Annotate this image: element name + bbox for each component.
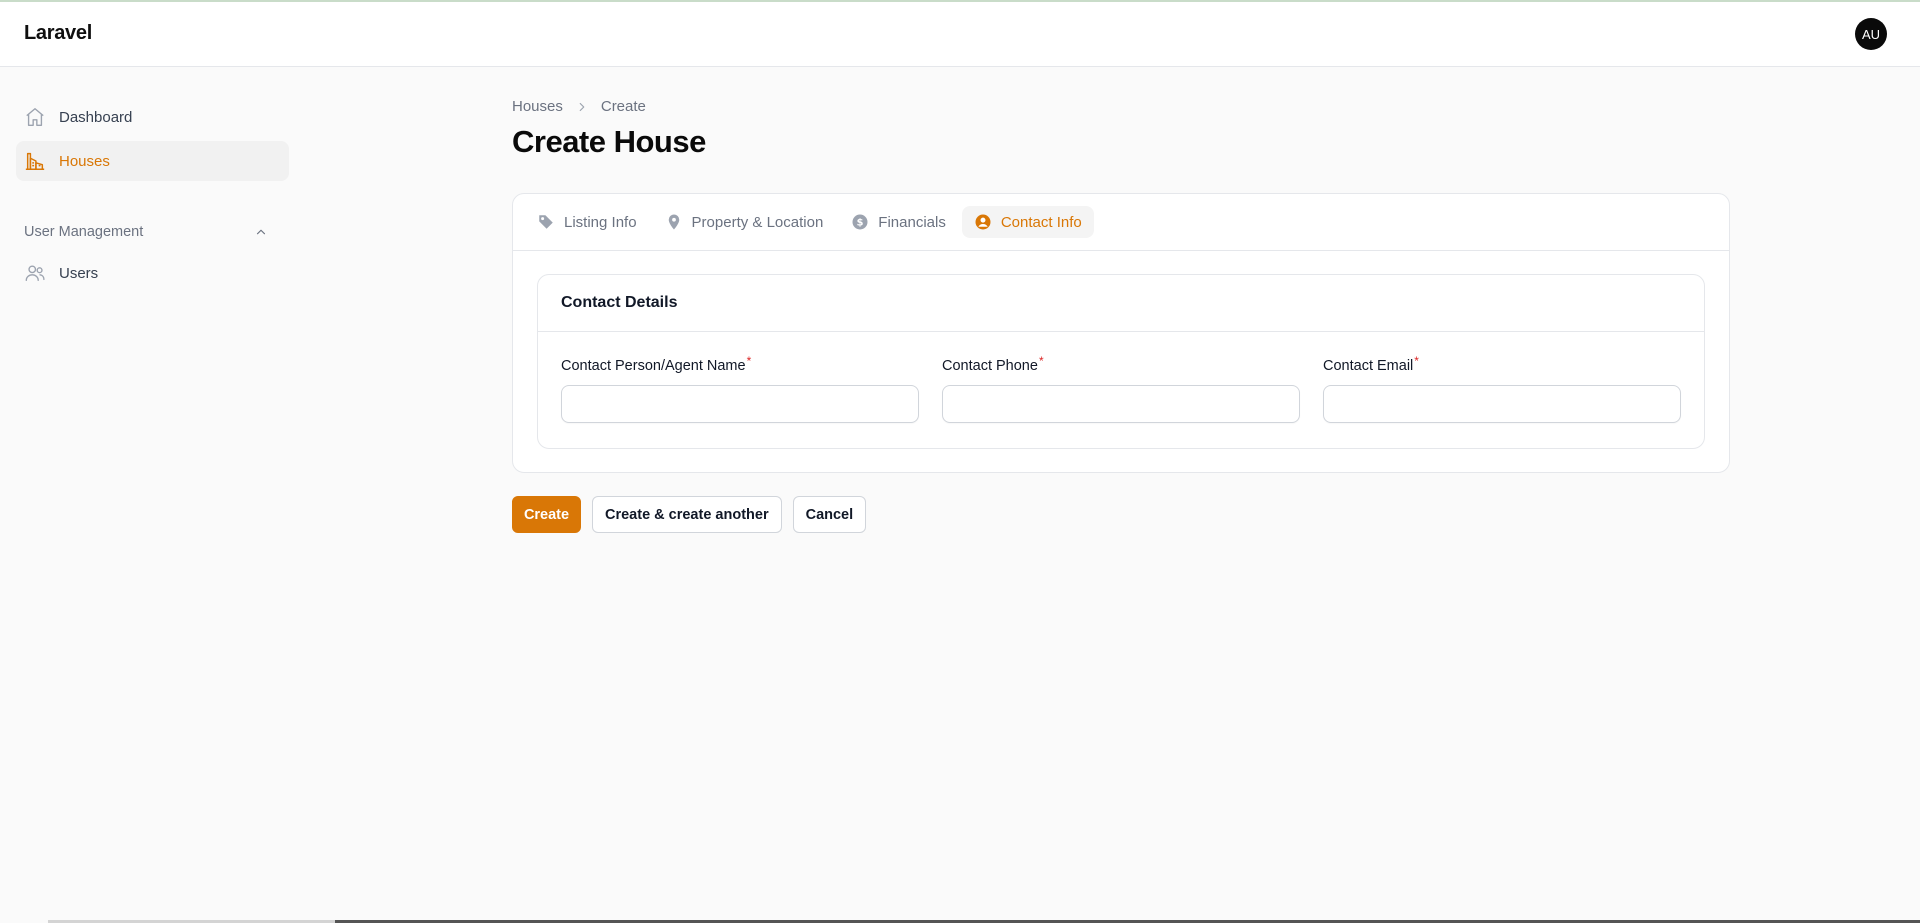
sidebar-item-houses[interactable]: Houses xyxy=(16,141,289,181)
form-card: Listing Info Property & Location $ Finan… xyxy=(512,193,1730,473)
tag-icon xyxy=(537,213,555,231)
section-divider xyxy=(538,331,1704,332)
field-label-text: Contact Person/Agent Name xyxy=(561,358,746,374)
breadcrumb: Houses Create xyxy=(512,98,646,115)
contact-email-label: Contact Email * xyxy=(1323,354,1681,374)
building-icon xyxy=(24,150,46,172)
sidebar-item-label: Dashboard xyxy=(59,108,133,126)
create-and-create-another-button[interactable]: Create & create another xyxy=(592,496,782,533)
tab-contact-info[interactable]: Contact Info xyxy=(961,206,1094,238)
field-label-text: Contact Email xyxy=(1323,358,1414,374)
chevron-right-icon xyxy=(575,100,589,114)
form-tabs: Listing Info Property & Location $ Finan… xyxy=(525,206,1098,238)
required-marker: * xyxy=(1414,354,1419,368)
user-circle-icon xyxy=(974,213,992,231)
tab-property-location[interactable]: Property & Location xyxy=(653,206,836,238)
create-button[interactable]: Create xyxy=(512,496,581,533)
user-management-group-toggle[interactable]: User Management xyxy=(24,220,280,244)
tab-financials[interactable]: $ Financials xyxy=(839,206,958,238)
page-title: Create House xyxy=(512,124,706,159)
tab-listing-info[interactable]: Listing Info xyxy=(525,206,649,238)
group-label: User Management xyxy=(24,224,144,240)
sidebar-item-label: Houses xyxy=(59,152,110,170)
contact-person-label: Contact Person/Agent Name * xyxy=(561,354,919,374)
tab-label: Financials xyxy=(878,213,946,231)
contact-person-input[interactable] xyxy=(561,385,919,423)
dollar-circle-icon: $ xyxy=(851,213,869,231)
contact-phone-input[interactable] xyxy=(942,385,1300,423)
tab-label: Listing Info xyxy=(564,213,637,231)
sidebar-item-dashboard[interactable]: Dashboard xyxy=(16,97,289,137)
users-icon xyxy=(24,262,46,284)
breadcrumb-item-create: Create xyxy=(600,98,646,115)
brand-logo[interactable]: Laravel xyxy=(24,22,92,45)
tab-label: Contact Info xyxy=(1000,213,1082,231)
top-bar: Laravel AU xyxy=(0,2,1920,67)
contact-phone-label: Contact Phone * xyxy=(942,354,1300,374)
sidebar: Dashboard Houses User Management Users xyxy=(0,67,300,923)
contact-phone-field-group: Contact Phone * xyxy=(942,354,1300,423)
contact-email-input[interactable] xyxy=(1323,385,1681,423)
contact-details-section: Contact Details Contact Person/Agent Nam… xyxy=(537,274,1705,449)
tabs-divider xyxy=(513,250,1729,251)
contact-person-field-group: Contact Person/Agent Name * xyxy=(561,354,919,423)
form-actions: Create Create & create another Cancel xyxy=(512,496,877,533)
section-title: Contact Details xyxy=(561,294,678,311)
map-pin-icon xyxy=(665,213,683,231)
required-marker: * xyxy=(746,354,752,368)
contact-email-field-group: Contact Email * xyxy=(1323,354,1681,423)
user-avatar[interactable]: AU xyxy=(1855,18,1887,50)
sidebar-item-users[interactable]: Users xyxy=(16,253,289,293)
chevron-up-icon xyxy=(254,225,268,239)
home-icon xyxy=(24,106,46,128)
tab-label: Property & Location xyxy=(691,213,824,231)
field-label-text: Contact Phone xyxy=(942,358,1038,374)
breadcrumb-item-houses[interactable]: Houses xyxy=(512,98,563,115)
cancel-button[interactable]: Cancel xyxy=(792,496,867,533)
required-marker: * xyxy=(1038,354,1044,368)
svg-text:$: $ xyxy=(857,217,864,228)
sidebar-item-label: Users xyxy=(59,264,99,282)
